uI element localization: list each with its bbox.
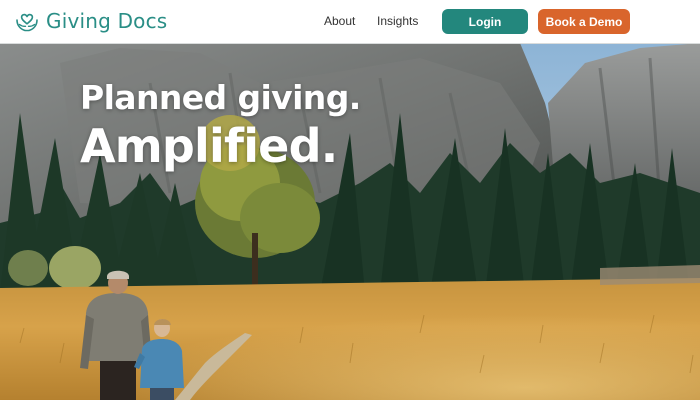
hero-headline-line1: Planned giving.: [80, 78, 361, 117]
nav-about-link[interactable]: About: [324, 14, 355, 28]
hero-headline-line2: Amplified.: [80, 119, 338, 173]
page: Giving Docs About Insights Login Book a …: [0, 0, 700, 400]
brand-logo[interactable]: Giving Docs: [14, 8, 167, 34]
login-button[interactable]: Login: [442, 9, 528, 34]
hero-headline: Planned giving. Amplified.: [80, 78, 361, 174]
brand-name: Giving Docs: [46, 9, 168, 33]
book-demo-button[interactable]: Book a Demo: [538, 9, 630, 34]
nav-insights-link[interactable]: Insights: [377, 14, 418, 28]
hero-section: Planned giving. Amplified.: [0, 43, 700, 400]
hands-heart-icon: [16, 13, 38, 32]
site-header: Giving Docs About Insights Login Book a …: [0, 0, 700, 44]
